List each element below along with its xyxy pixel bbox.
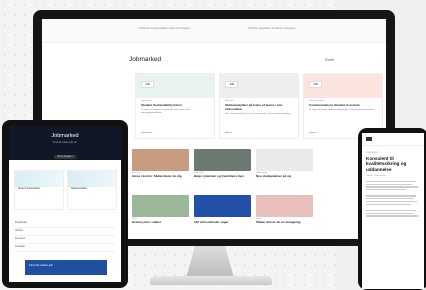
job-location: København	[141, 132, 153, 134]
create-agent-button[interactable]: Opret jobagent	[54, 155, 76, 159]
news-title[interactable]: Sådan skriver du en ansøgning	[256, 220, 313, 224]
tablet-screen: Jobmarked Find dit næste job her Opret j…	[9, 126, 121, 282]
tablet-job-card[interactable]: Skatteanalytiker	[67, 170, 117, 210]
table-row[interactable]: Konsulent	[15, 238, 115, 244]
job-description: Vi søger en kreativ studentermedhjælper …	[309, 109, 374, 111]
job-description: Vi søger en motiveret studerende til at …	[141, 109, 191, 114]
news-image	[256, 195, 313, 217]
text-line	[366, 180, 416, 182]
tablet-title: Jobmarked	[51, 133, 79, 139]
text-line	[366, 195, 416, 197]
tablet-job-card[interactable]: Student Sustainability	[14, 170, 64, 210]
table-row[interactable]: Udvikler	[15, 230, 115, 236]
text-line	[366, 198, 414, 200]
tablet-device: Jobmarked Find dit næste job her Opret j…	[2, 120, 128, 288]
news-title[interactable]: 100 virksomheder søger	[194, 220, 251, 224]
article-title: Konsulent til kvalitetssikring og uddann…	[366, 156, 407, 172]
promo-banner[interactable]: Find dit næste job	[25, 260, 107, 275]
company-logo: JOB	[141, 81, 154, 88]
job-location: Aarhus	[225, 132, 232, 134]
news-title[interactable]: Alene i kontor: Sådan klarer du dig	[132, 174, 189, 178]
text-line	[366, 212, 413, 214]
news-item[interactable]: Karriere Alene i kontor: Sådan klarer du…	[132, 149, 189, 191]
text-line	[366, 200, 417, 203]
text-line	[366, 189, 406, 191]
news-title[interactable]: Grønne jobs i vækst	[132, 220, 189, 224]
tablet-subtitle: Find dit næste job her	[52, 141, 78, 144]
text-line	[366, 186, 418, 188]
header-left-text: Vielleicht ausgewählte Jobs hinzufügen	[138, 26, 191, 30]
tablet-card-title: Skatteanalytiker	[71, 188, 88, 190]
news-image	[132, 195, 189, 217]
sort-dropdown[interactable]: Sortér	[325, 58, 335, 62]
monitor-base	[150, 276, 272, 285]
phone-header	[362, 133, 424, 146]
news-item[interactable]: Uddannelse Nye studiepladser på vej	[256, 149, 313, 191]
news-item[interactable]: Arbejdsliv Bøjer cykelstier og fremtiden…	[194, 149, 251, 191]
page-title: Jobmarked	[129, 56, 162, 63]
monitor-header: Vielleicht ausgewählte Jobs hinzufügen P…	[42, 19, 386, 43]
news-image	[194, 149, 251, 171]
news-grid: Karriere Alene i kontor: Sådan klarer du…	[132, 149, 386, 239]
phone-brand: Jobmarked	[366, 151, 378, 154]
table-row[interactable]: Projektleder	[15, 222, 115, 228]
job-location: Odense	[309, 132, 317, 134]
text-line	[366, 215, 418, 217]
header-right-text: Präzise gewählte Position anzeigen	[248, 26, 296, 30]
job-description: Som skatteanalytiker får du en central r…	[225, 113, 291, 115]
phone-device: Jobmarked Konsulent til kvalitetssikring…	[358, 128, 426, 290]
text-line	[366, 203, 410, 205]
tablet-hero: Jobmarked Find dit næste job her Opret j…	[9, 126, 121, 160]
logo-icon	[366, 137, 372, 141]
news-title[interactable]: Nye studiepladser på vej	[256, 174, 313, 178]
news-item[interactable]: Tech Grønne jobs i vækst	[132, 195, 189, 237]
table-row[interactable]: Analytiker	[15, 246, 115, 252]
news-image	[256, 149, 313, 171]
job-title[interactable]: Skatteanalytiker på tværs af teams i sto…	[220, 102, 298, 112]
article-meta: Fuldtid · København	[366, 175, 386, 178]
company-logo: JOB	[225, 81, 238, 88]
phone-screen: Jobmarked Konsulent til kvalitetssikring…	[362, 133, 424, 289]
company-logo: JOB	[309, 81, 322, 88]
tablet-card-title: Student Sustainability	[18, 188, 41, 190]
tablet-card-banner	[15, 171, 63, 187]
news-title[interactable]: Bøjer cykelstier og fremtidens byer	[194, 174, 251, 178]
news-item[interactable]: Guide Sådan skriver du en ansøgning	[256, 195, 313, 237]
tablet-card-banner	[68, 171, 116, 187]
news-image	[194, 195, 251, 217]
text-line	[366, 183, 412, 185]
text-line	[366, 209, 416, 212]
news-item[interactable]: Tal 100 virksomheder søger	[194, 195, 251, 237]
job-card[interactable]: JOB Ingeniørfag Student Sustainability I…	[135, 73, 215, 139]
job-card[interactable]: JOB Økonomi Skatteanalytiker på tværs af…	[219, 73, 299, 139]
news-image	[132, 149, 189, 171]
